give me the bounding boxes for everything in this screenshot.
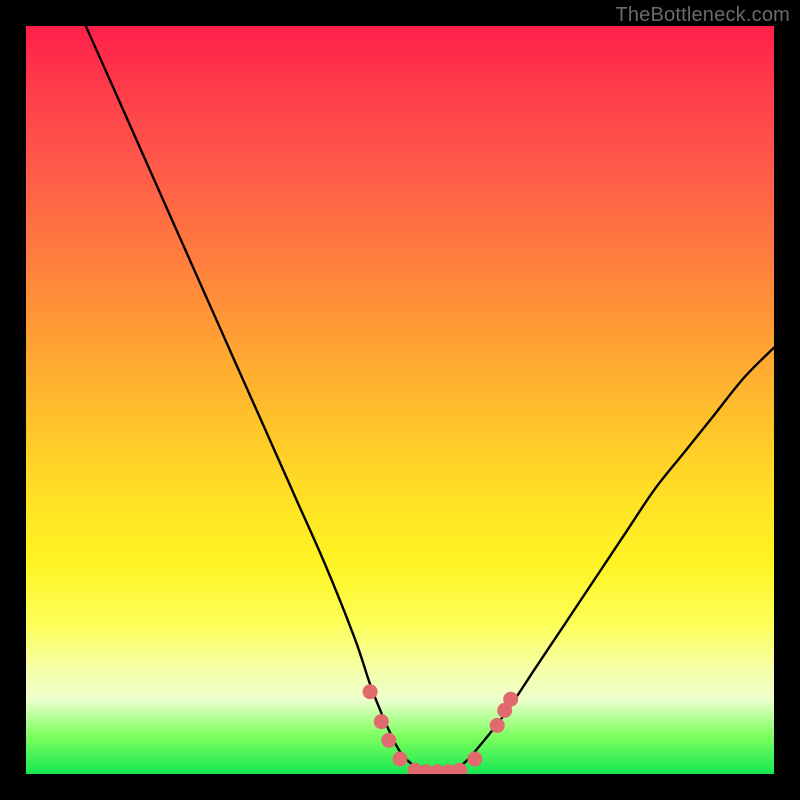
chart-frame: TheBottleneck.com [0,0,800,800]
chart-svg [26,26,774,774]
marker-dot [381,733,396,748]
marker-layer [363,684,519,774]
marker-dot [374,714,389,729]
plot-area [26,26,774,774]
watermark-text: TheBottleneck.com [615,4,790,27]
marker-dot [490,718,505,733]
curve-layer [86,26,774,774]
marker-dot [452,763,467,774]
marker-dot [363,684,378,699]
marker-dot [393,752,408,767]
marker-dot [467,752,482,767]
bottleneck-curve [86,26,774,774]
marker-dot [503,692,518,707]
